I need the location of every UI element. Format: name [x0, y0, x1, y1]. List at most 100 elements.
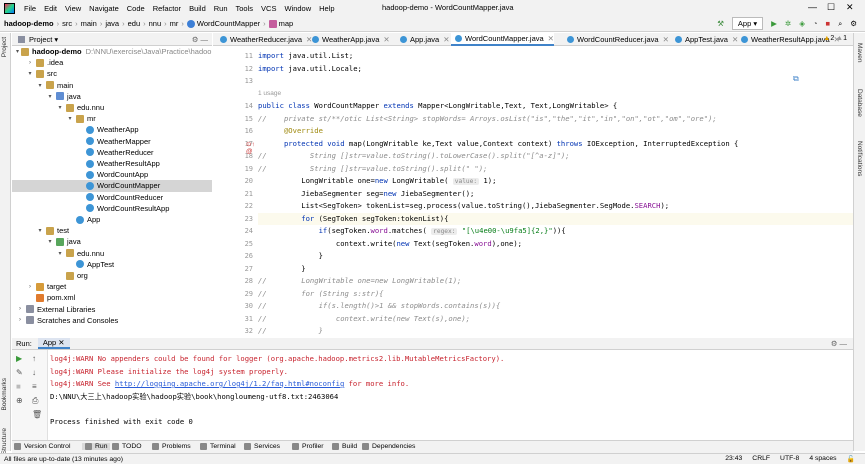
editor-tab-weatherreducer[interactable]: WeatherReducer.java ✕	[216, 33, 312, 46]
status-item[interactable]: UTF-8	[780, 455, 799, 463]
bottom-tab-profiler[interactable]: Profiler	[292, 443, 324, 450]
menu-item-view[interactable]: View	[65, 4, 81, 13]
tab-close-icon[interactable]: ✕	[443, 35, 449, 44]
debug-icon[interactable]: ✲	[785, 19, 791, 28]
tree-item-folder[interactable]: ▾ java	[12, 236, 212, 247]
tree-item-class[interactable]: WordCountMapper	[12, 180, 212, 192]
settings-icon[interactable]: ⚙	[850, 19, 857, 28]
project-view-select[interactable]: Project ▾	[29, 35, 58, 44]
breadcrumb-mr[interactable]: mr	[170, 19, 179, 28]
soft-wrap-icon[interactable]: ≡	[32, 382, 37, 391]
tab-close-icon[interactable]: ✕	[548, 34, 554, 43]
search-icon[interactable]: ⌕	[838, 19, 842, 29]
breadcrumb-main[interactable]: main	[81, 19, 97, 28]
menu-item-window[interactable]: Window	[284, 4, 311, 13]
maximize-icon[interactable]: ☐	[827, 2, 835, 13]
breadcrumb-src[interactable]: src	[62, 19, 72, 28]
menu-item-help[interactable]: Help	[319, 4, 334, 13]
tree-item-folder[interactable]: › External Libraries	[12, 304, 212, 315]
run-console[interactable]: log4j:WARN No appenders could be found f…	[49, 350, 853, 440]
wrench-icon[interactable]: ✎	[16, 368, 23, 377]
bottom-tab-dependencies[interactable]: Dependencies	[362, 443, 415, 450]
tree-item-class[interactable]: WordCountApp	[12, 169, 212, 180]
run-panel-options-icon[interactable]: ⚙ —	[831, 339, 847, 348]
code-editor[interactable]: import java.util.List; import java.util.L…	[258, 46, 853, 336]
tree-item-folder[interactable]: ▾ java	[12, 91, 212, 102]
tree-item-class[interactable]: WeatherApp	[12, 124, 212, 135]
status-item[interactable]: 4 spaces	[809, 455, 836, 463]
run-config-select[interactable]: App ▾	[731, 17, 764, 30]
tree-item-folder[interactable]: pom.xml	[12, 292, 212, 303]
menu-item-file[interactable]: File	[24, 4, 36, 13]
chevron-down-icon[interactable]: ▾	[36, 227, 44, 234]
maven-tool-tab[interactable]: Maven	[856, 43, 863, 63]
menu-item-tools[interactable]: Tools	[236, 4, 254, 13]
close-icon[interactable]: ✕	[846, 2, 854, 13]
editor-tab-weatherapp[interactable]: WeatherApp.java ✕	[308, 33, 390, 46]
chevron-down-icon[interactable]: ▾	[56, 104, 64, 111]
chevron-down-icon[interactable]: ▾	[16, 48, 19, 55]
status-item[interactable]: CRLF	[752, 455, 770, 463]
tree-item-folder[interactable]: ▾ edu.nnu	[12, 102, 212, 113]
trash-icon[interactable]: 🗑	[32, 410, 42, 419]
tree-item-folder[interactable]: › Scratches and Consoles	[12, 315, 212, 326]
project-tool-tab[interactable]: Project	[1, 37, 8, 57]
chevron-right-icon[interactable]: ›	[26, 284, 34, 290]
rerun-icon[interactable]: ▶	[16, 354, 22, 363]
chevron-down-icon[interactable]: ▾	[46, 238, 54, 245]
menu-item-vcs[interactable]: VCS	[261, 4, 276, 13]
tree-item-folder[interactable]: ▾ src	[12, 68, 212, 79]
minimize-icon[interactable]: —	[808, 2, 817, 12]
tree-item-class[interactable]: WeatherResultApp	[12, 158, 212, 169]
console-link[interactable]: http://logging.apache.org/log4j/1.2/faq.…	[115, 379, 344, 388]
menu-item-refactor[interactable]: Refactor	[153, 4, 181, 13]
chevron-right-icon[interactable]: ›	[26, 60, 34, 66]
tree-item-folder[interactable]: ▾ main	[12, 80, 212, 91]
tree-item-folder[interactable]: org	[12, 270, 212, 281]
breadcrumb-nnu[interactable]: nnu	[149, 19, 162, 28]
bottom-tab-terminal[interactable]: Terminal	[200, 443, 236, 450]
tree-item-folder[interactable]: ▾ mr	[12, 113, 212, 124]
stop-icon[interactable]: ■	[826, 19, 831, 28]
panel-options-icon[interactable]: ⚙ —	[192, 35, 208, 44]
ai-assist-icon[interactable]: ⧉	[793, 74, 799, 84]
chevron-right-icon[interactable]: ›	[16, 306, 24, 312]
usage-hint[interactable]: 1 usage	[258, 88, 281, 101]
status-item[interactable]: 23:43	[725, 455, 742, 463]
hammer-icon[interactable]: ⚒	[717, 19, 724, 28]
menu-item-code[interactable]: Code	[127, 4, 145, 13]
menu-item-navigate[interactable]: Navigate	[89, 4, 119, 13]
notifications-tool-tab[interactable]: Notifications	[856, 141, 863, 176]
breadcrumb-hadoop-demo[interactable]: hadoop-demo	[4, 19, 54, 28]
bookmarks-tool-tab[interactable]: Bookmarks	[1, 378, 8, 411]
run-config-tab[interactable]: App ✕	[37, 338, 70, 349]
editor-tab-app[interactable]: App.java ✕	[396, 33, 449, 46]
chevron-down-icon[interactable]: ▾	[56, 250, 64, 257]
editor-tab-apptest[interactable]: AppTest.java ✕	[671, 33, 738, 46]
stop-run-icon[interactable]: ■	[16, 382, 21, 391]
menu-item-run[interactable]: Run	[214, 4, 228, 13]
tab-close-icon[interactable]: ✕	[383, 35, 389, 44]
tree-item-class[interactable]: WordCountResultApp	[12, 203, 212, 214]
database-tool-tab[interactable]: Database	[856, 89, 863, 117]
tree-item-class[interactable]: WordCountReducer	[12, 192, 212, 203]
tree-item-folder[interactable]: › .idea	[12, 57, 212, 68]
menu-item-edit[interactable]: Edit	[44, 4, 57, 13]
breadcrumb-java[interactable]: java	[105, 19, 119, 28]
bottom-tab-problems[interactable]: Problems	[152, 443, 191, 450]
tree-item-folder[interactable]: ▾ hadoop-demo D:\NNU\exercise\Java\Practic…	[12, 46, 212, 57]
bottom-tab-run[interactable]: Run	[82, 443, 111, 450]
chevron-down-icon[interactable]: ▾	[36, 82, 44, 89]
chevron-down-icon[interactable]: ▾	[46, 93, 54, 100]
bottom-tab-services[interactable]: Services	[244, 443, 280, 450]
chevron-right-icon[interactable]: ›	[16, 317, 24, 323]
tree-item-folder[interactable]: ▾ test	[12, 225, 212, 236]
breadcrumb-edu[interactable]: edu	[128, 19, 141, 28]
tree-item-folder[interactable]: › target	[12, 281, 212, 292]
breadcrumb-map[interactable]: map	[268, 19, 293, 28]
editor-tab-wordcountmapper[interactable]: WordCountMapper.java ✕	[451, 33, 554, 46]
scroll-up-icon[interactable]: ↑	[32, 354, 36, 363]
breadcrumb-wordcountmapper[interactable]: WordCountMapper	[186, 19, 260, 28]
tree-item-class[interactable]: App	[12, 214, 212, 225]
chevron-down-icon[interactable]: ▾	[26, 70, 34, 77]
